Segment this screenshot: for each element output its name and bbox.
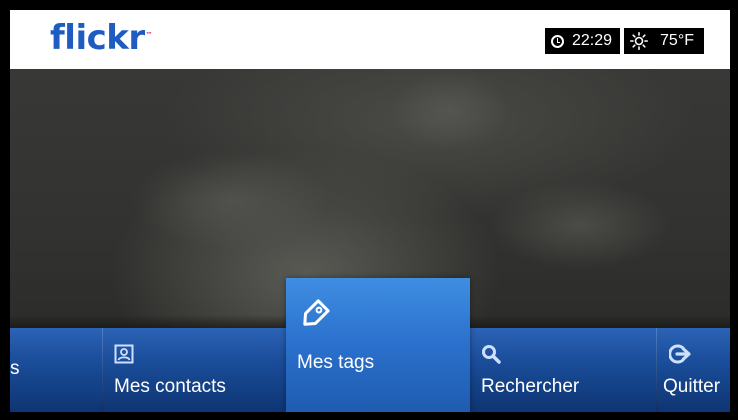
menu-item-partial[interactable]: s — [10, 358, 20, 380]
tv-frame: flickr™ 22:29 75°F s Mes contacts Mes ta… — [0, 0, 738, 420]
menu-item-mes-tags[interactable]: Mes tags — [286, 278, 470, 412]
clock-time: 22:29 — [571, 32, 613, 49]
logo-trademark: ™ — [145, 30, 153, 39]
background-cloud — [390, 70, 510, 150]
menu-item-quitter[interactable]: Quitter — [657, 328, 730, 412]
menu-item-label: Mes contacts — [114, 376, 226, 397]
screen: flickr™ 22:29 75°F s Mes contacts Mes ta… — [10, 10, 730, 412]
exit-arrow-icon — [668, 344, 691, 369]
background-cloud — [130, 150, 330, 250]
tag-icon — [297, 298, 331, 337]
logo-text: flickr — [50, 18, 145, 58]
menu-item-rechercher[interactable]: Rechercher — [470, 328, 656, 412]
search-icon — [481, 344, 501, 369]
clock-icon — [550, 34, 564, 48]
header-bar: flickr™ 22:29 75°F — [10, 10, 730, 69]
status-area: 22:29 75°F — [544, 28, 704, 54]
menu-item-label: Quitter — [663, 376, 721, 397]
background-cloud — [490, 180, 670, 270]
clock-display: 22:29 — [544, 28, 621, 54]
temperature: 75°F — [660, 32, 694, 49]
weather-display: 75°F — [624, 28, 704, 54]
contact-card-icon — [114, 344, 134, 369]
sun-icon — [630, 32, 649, 50]
flickr-logo: flickr™ — [50, 18, 153, 58]
menu-item-label: Rechercher — [481, 376, 580, 397]
menu-item-label: Mes tags — [297, 352, 375, 373]
menu-item-mes-contacts[interactable]: Mes contacts — [103, 328, 286, 412]
